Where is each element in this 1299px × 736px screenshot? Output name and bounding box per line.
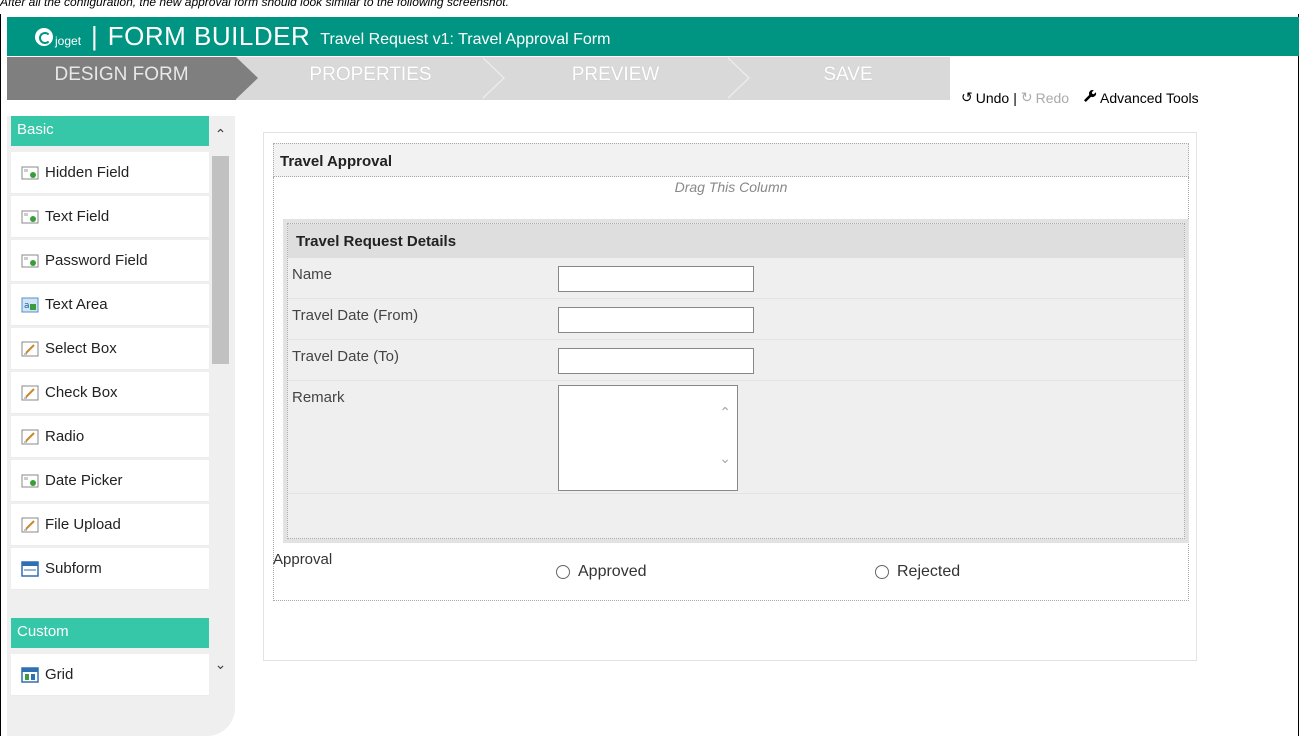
field-row-travel-date-from[interactable]: Travel Date (From): [288, 299, 1184, 340]
select-box-icon: [21, 341, 39, 356]
step-arrow: [726, 57, 748, 99]
undo-icon[interactable]: ↺: [961, 89, 973, 106]
header-separator: |: [91, 21, 98, 51]
palette-item-password-field[interactable]: Password Field: [11, 240, 209, 282]
section-title: Travel Approval: [273, 143, 1189, 177]
subform-icon: [21, 560, 39, 577]
palette-item-select-box[interactable]: Select Box: [11, 328, 209, 370]
field-row-remark[interactable]: Remark ⌃ ⌄: [288, 381, 1184, 494]
scroll-down-icon[interactable]: ⌄: [212, 656, 229, 673]
app-title: FORM BUILDER: [107, 21, 311, 51]
redo-icon[interactable]: ↻: [1021, 89, 1033, 106]
form-title: Travel Request v1: Travel Approval Form: [320, 30, 611, 48]
palette-item-radio[interactable]: Radio: [11, 416, 209, 458]
textarea-scroll-up-icon[interactable]: ⌃: [719, 404, 731, 421]
app-header: joget | FORM BUILDER Travel Request v1: …: [7, 17, 1299, 56]
radio-icon: [21, 429, 39, 444]
advanced-tools-button[interactable]: Advanced Tools: [1100, 90, 1199, 106]
palette-item-date-picker[interactable]: Date Picker: [11, 460, 209, 502]
joget-logo-icon: [35, 27, 53, 46]
wrench-icon[interactable]: [1083, 89, 1097, 106]
scroll-up-icon[interactable]: ⌃: [212, 126, 229, 143]
date-picker-icon: [21, 474, 39, 487]
page-caption: After all the configuration, the new app…: [0, 0, 509, 9]
step-preview[interactable]: PREVIEW: [503, 57, 728, 100]
field-label: Name: [292, 266, 333, 283]
travel-date-from-input[interactable]: [558, 307, 754, 333]
remark-textarea[interactable]: ⌃ ⌄: [558, 385, 738, 491]
radio-rejected[interactable]: Rejected: [875, 563, 960, 581]
step-properties[interactable]: PROPERTIES: [258, 57, 483, 100]
joget-logo: joget: [35, 26, 81, 48]
file-upload-icon: [21, 517, 39, 532]
palette-header-basic: Basic: [11, 116, 209, 146]
field-label: Travel Date (From): [292, 307, 419, 324]
text-area-icon: a: [21, 297, 39, 312]
undo-button[interactable]: Undo: [976, 90, 1009, 106]
check-box-icon: [21, 385, 39, 400]
step-design-form[interactable]: DESIGN FORM: [7, 57, 236, 100]
step-arrow: [236, 57, 258, 99]
field-label: Remark: [292, 389, 345, 406]
grid-icon: [21, 666, 39, 683]
field-row-name[interactable]: Name: [288, 258, 1184, 299]
subsection-travel-request-details[interactable]: Travel Request Details Name Travel Date …: [283, 219, 1189, 543]
toolbar-divider: |: [1013, 89, 1017, 106]
svg-text:a: a: [24, 301, 30, 311]
palette-item-subform[interactable]: Subform: [11, 548, 209, 590]
field-row-travel-date-to[interactable]: Travel Date (To): [288, 340, 1184, 381]
approval-label: Approval: [273, 551, 333, 568]
radio-circle-icon[interactable]: [875, 565, 889, 579]
form-canvas: Travel Approval Drag This Column Travel …: [263, 132, 1197, 661]
subsection-body: Travel Request Details Name Travel Date …: [287, 223, 1185, 539]
palette-scrollbar-thumb[interactable]: [212, 156, 229, 364]
form-builder-window: joget | FORM BUILDER Travel Request v1: …: [0, 14, 1299, 736]
palette-header-custom: Custom: [11, 618, 209, 648]
element-palette: Basic Hidden Field Text Field Password F…: [7, 116, 235, 736]
password-field-icon: [21, 254, 39, 267]
palette-item-text-area[interactable]: a Text Area: [11, 284, 209, 326]
radio-circle-icon[interactable]: [556, 565, 570, 579]
subsection-title: Travel Request Details: [288, 224, 1184, 258]
wizard-steps: DESIGN FORM PROPERTIES PREVIEW SAVE: [7, 57, 950, 100]
textarea-scroll-down-icon[interactable]: ⌄: [719, 450, 731, 467]
redo-button[interactable]: Redo: [1036, 90, 1069, 106]
builder-toolbar: ↺ Undo | ↻ Redo Advanced Tools: [961, 89, 1199, 106]
name-input[interactable]: [558, 266, 754, 292]
step-arrow: [481, 57, 503, 99]
text-field-icon: [21, 210, 39, 223]
radio-approved[interactable]: Approved: [556, 563, 647, 581]
palette-item-file-upload[interactable]: File Upload: [11, 504, 209, 546]
palette-item-grid[interactable]: Grid: [11, 654, 209, 696]
palette-item-check-box[interactable]: Check Box: [11, 372, 209, 414]
logo-text: joget: [55, 33, 82, 48]
palette-item-text-field[interactable]: Text Field: [11, 196, 209, 238]
field-row-approval[interactable]: Approval Approved Rejected: [273, 547, 1189, 591]
palette-item-hidden-field[interactable]: Hidden Field: [11, 152, 209, 194]
field-label: Travel Date (To): [292, 348, 399, 365]
hidden-field-icon: [21, 166, 39, 179]
travel-date-to-input[interactable]: [558, 348, 754, 374]
drag-column-hint[interactable]: Drag This Column: [273, 179, 1189, 195]
step-save[interactable]: SAVE: [748, 57, 948, 100]
form-section-travel-approval[interactable]: Travel Approval Drag This Column Travel …: [273, 143, 1189, 601]
